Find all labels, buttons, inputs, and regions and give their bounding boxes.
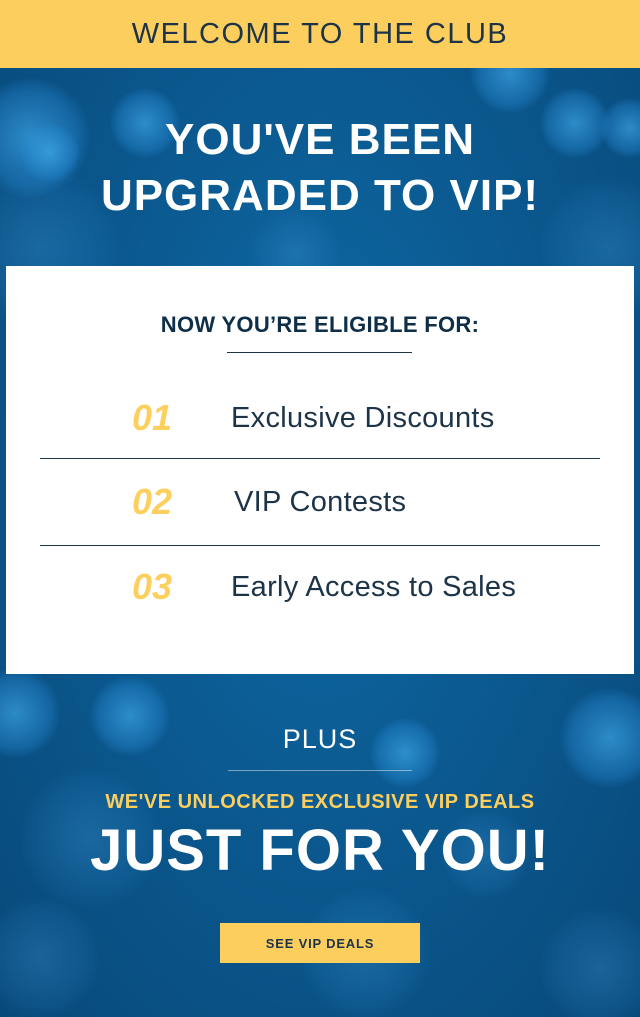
benefit-label: VIP Contests — [234, 486, 407, 518]
benefit-divider — [40, 545, 600, 546]
benefit-item: 02 VIP Contests — [40, 472, 600, 532]
see-vip-deals-button[interactable]: SEE VIP DEALS — [220, 923, 420, 963]
benefit-label: Exclusive Discounts — [231, 402, 495, 434]
hero-title-line-1: YOU'VE BEEN — [165, 115, 475, 164]
bokeh-light — [470, 68, 550, 113]
plus-label: PLUS — [282, 724, 358, 754]
hero-title: YOU'VE BEEN UPGRADED TO VIP! — [0, 112, 640, 224]
benefit-label: Early Access to Sales — [231, 571, 517, 603]
benefit-number: 02 — [132, 481, 173, 522]
benefits-card: NOW YOU’RE ELIGIBLE FOR: 01 Exclusive Di… — [6, 266, 634, 674]
heading-underline — [227, 352, 412, 353]
hero-title-line-2: UPGRADED TO VIP! — [100, 171, 540, 220]
unlocked-deals-text: WE'VE UNLOCKED EXCLUSIVE VIP DEALS — [105, 791, 535, 813]
bokeh-light — [540, 908, 640, 1017]
welcome-banner: WELCOME TO THE CLUB — [0, 0, 640, 68]
benefit-item: 01 Exclusive Discounts — [40, 388, 600, 448]
promo-headline: JUST FOR YOU! — [90, 818, 550, 883]
welcome-banner-text: WELCOME TO THE CLUB — [131, 17, 509, 50]
benefit-item: 03 Early Access to Sales — [40, 557, 600, 617]
benefit-number: 01 — [132, 397, 173, 438]
benefit-number: 03 — [132, 566, 173, 607]
bokeh-light — [0, 898, 100, 1017]
plus-divider — [228, 770, 412, 771]
benefits-heading: NOW YOU’RE ELIGIBLE FOR: — [160, 312, 480, 337]
benefit-divider — [40, 458, 600, 459]
